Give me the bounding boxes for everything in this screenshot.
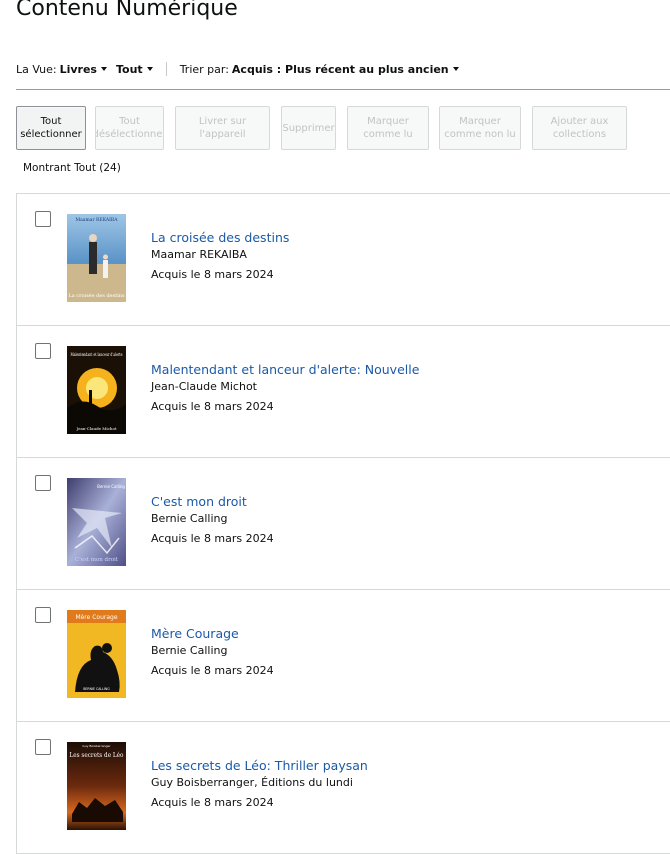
item-author: Jean-Claude Michot	[151, 380, 257, 393]
item-checkbox[interactable]	[35, 211, 51, 227]
item-checkbox[interactable]	[35, 343, 51, 359]
list-item: Maamar REKAIBA La croisée des destins La…	[17, 194, 670, 326]
cover-title-text: Les secrets de Léo	[70, 752, 124, 759]
chevron-down-icon[interactable]	[146, 67, 153, 71]
book-cover-image: Maamar REKAIBA La croisée des destins	[67, 214, 126, 302]
book-cover[interactable]: Mère Courage BERNIE CALLING	[67, 610, 126, 698]
scope-filter-value[interactable]: Tout	[116, 63, 143, 76]
book-cover-image: Bernie Calling C'est mon droit	[67, 478, 126, 566]
filter-separator	[165, 62, 167, 76]
content-list: Maamar REKAIBA La croisée des destins La…	[16, 193, 670, 854]
item-checkbox[interactable]	[35, 607, 51, 623]
item-author: Guy Boisberranger, Éditions du lundi	[151, 776, 353, 789]
cover-author-text: Guy Boisberranger	[82, 744, 111, 748]
item-title-link[interactable]: La croisée des destins	[151, 229, 289, 246]
item-title-link[interactable]: Les secrets de Léo: Thriller paysan	[151, 757, 368, 774]
book-cover[interactable]: Bernie Calling C'est mon droit	[67, 478, 126, 566]
item-acquired-date: Acquis le 8 mars 2024	[151, 796, 274, 809]
deselect-all-button[interactable]: Tout désélectionner	[95, 106, 164, 150]
item-acquired-date: Acquis le 8 mars 2024	[151, 400, 274, 413]
add-to-collections-button[interactable]: Ajouter aux collections	[532, 106, 627, 150]
sort-filter[interactable]: Trier par: Acquis : Plus récent au plus …	[180, 63, 459, 76]
scope-filter[interactable]: Tout	[116, 63, 153, 76]
book-cover-image: Mère Courage BERNIE CALLING	[67, 610, 126, 698]
item-acquired-date: Acquis le 8 mars 2024	[151, 532, 274, 545]
page-title: Contenu Numérique	[16, 0, 238, 21]
book-cover[interactable]: Maamar REKAIBA La croisée des destins	[67, 214, 126, 302]
cover-title-text: C'est mon droit	[75, 557, 119, 563]
sort-value[interactable]: Acquis : Plus récent au plus ancien	[232, 63, 449, 76]
cover-author-text: Bernie Calling	[97, 484, 125, 489]
cover-title-text: La croisée des destins	[68, 292, 125, 299]
list-item: Bernie Calling C'est mon droit C'est mon…	[17, 458, 670, 590]
select-all-button[interactable]: Tout sélectionner	[16, 106, 86, 150]
view-filter-value[interactable]: Livres	[60, 63, 97, 76]
item-acquired-date: Acquis le 8 mars 2024	[151, 664, 274, 677]
item-title-link[interactable]: Mère Courage	[151, 625, 274, 642]
header-divider	[16, 89, 670, 90]
sort-label: Trier par:	[179, 62, 229, 76]
item-author: Bernie Calling	[151, 512, 228, 525]
list-item: Guy Boisberranger Les secrets de Léo Les…	[17, 722, 670, 854]
view-filter[interactable]: La Vue: Livres	[16, 63, 107, 76]
cover-title-text: Malentendant et lanceur d'alerte	[71, 352, 123, 358]
cover-author-text: Jean-Claude Michot	[76, 426, 117, 431]
chevron-down-icon[interactable]	[452, 67, 459, 71]
item-acquired-date: Acquis le 8 mars 2024	[151, 268, 274, 281]
item-author: Bernie Calling	[151, 644, 228, 657]
item-checkbox[interactable]	[35, 739, 51, 755]
item-author: Maamar REKAIBA	[151, 248, 247, 261]
item-title-link[interactable]: C'est mon droit	[151, 493, 274, 510]
cover-title-text: Mère Courage	[75, 614, 117, 621]
mark-as-unread-button[interactable]: Marquer comme non lu	[439, 106, 521, 150]
deliver-to-device-button[interactable]: Livrer sur l'appareil	[175, 106, 270, 150]
cover-author-text: BERNIE CALLING	[83, 687, 110, 691]
list-item: Mère Courage BERNIE CALLING Mère Courage…	[17, 590, 670, 722]
cover-author-text: Maamar REKAIBA	[76, 217, 119, 223]
mark-as-read-button[interactable]: Marquer comme lu	[347, 106, 429, 150]
filter-bar: La Vue: Livres Tout Trier par: Acquis : …	[16, 61, 459, 77]
view-filter-label: La Vue:	[16, 62, 57, 76]
item-title-link[interactable]: Malentendant et lanceur d'alerte: Nouvel…	[151, 361, 419, 378]
book-cover-image: Malentendant et lanceur d'alerte Jean-Cl…	[67, 346, 126, 434]
delete-button[interactable]: Supprimer	[281, 106, 336, 150]
count-label: Montrant Tout (24)	[23, 162, 121, 174]
list-item: Malentendant et lanceur d'alerte Jean-Cl…	[17, 326, 670, 458]
book-cover[interactable]: Malentendant et lanceur d'alerte Jean-Cl…	[67, 346, 126, 434]
book-cover-image: Guy Boisberranger Les secrets de Léo	[67, 742, 126, 830]
book-cover[interactable]: Guy Boisberranger Les secrets de Léo	[67, 742, 126, 830]
item-checkbox[interactable]	[35, 475, 51, 491]
chevron-down-icon[interactable]	[100, 67, 107, 71]
